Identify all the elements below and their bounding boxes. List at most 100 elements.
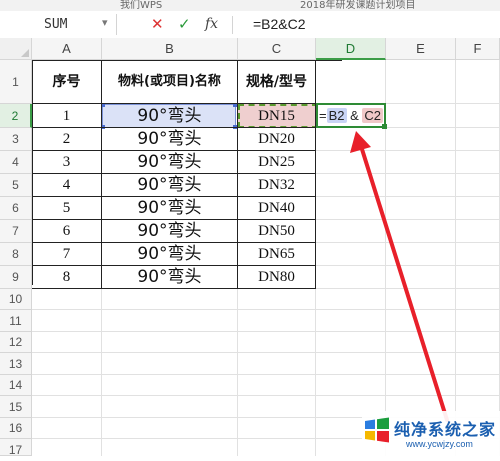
empty-cell[interactable] <box>238 418 316 439</box>
empty-cell[interactable] <box>32 396 102 418</box>
cell-no[interactable]: 5 <box>32 197 102 220</box>
row-header-11[interactable]: 11 <box>0 310 32 332</box>
empty-cell[interactable] <box>32 310 102 332</box>
empty-cell[interactable] <box>316 220 386 243</box>
empty-cell[interactable] <box>238 332 316 353</box>
empty-cell[interactable] <box>32 332 102 353</box>
cell-spec[interactable]: DN32 <box>238 174 316 197</box>
empty-cell[interactable] <box>102 332 238 353</box>
row-header-13[interactable]: 13 <box>0 353 32 375</box>
empty-cell[interactable] <box>386 151 456 174</box>
cell-name[interactable]: 90°弯头 <box>102 197 238 220</box>
empty-cell[interactable] <box>386 243 456 266</box>
empty-cell[interactable] <box>386 128 456 151</box>
cell-no[interactable]: 7 <box>32 243 102 266</box>
column-header-f[interactable]: F <box>456 38 500 60</box>
cell-no[interactable]: 3 <box>32 151 102 174</box>
row-header-9[interactable]: 9 <box>0 266 32 289</box>
empty-cell[interactable] <box>316 174 386 197</box>
row-header-8[interactable]: 8 <box>0 243 32 266</box>
empty-cell[interactable] <box>386 310 456 332</box>
empty-cell[interactable] <box>32 375 102 396</box>
empty-cell[interactable] <box>316 266 386 289</box>
cell-spec[interactable]: DN15 <box>238 104 316 128</box>
formula-input[interactable]: =B2&C2 <box>253 16 306 32</box>
empty-cell[interactable] <box>32 418 102 439</box>
empty-cell[interactable] <box>316 243 386 266</box>
cell-spec[interactable]: DN20 <box>238 128 316 151</box>
row-header-2[interactable]: 2 <box>0 104 32 128</box>
empty-cell[interactable] <box>386 266 456 289</box>
cell-no[interactable]: 1 <box>32 104 102 128</box>
empty-cell[interactable] <box>386 60 456 104</box>
empty-cell[interactable] <box>456 353 500 375</box>
empty-cell[interactable] <box>32 439 102 456</box>
cell-spec[interactable]: DN50 <box>238 220 316 243</box>
cell-name[interactable]: 90°弯头 <box>102 220 238 243</box>
empty-cell[interactable] <box>238 375 316 396</box>
column-header-c[interactable]: C <box>238 38 316 60</box>
column-header-d[interactable]: D <box>316 38 386 60</box>
cell-spec[interactable]: DN40 <box>238 197 316 220</box>
row-header-12[interactable]: 12 <box>0 332 32 353</box>
empty-cell[interactable] <box>386 375 456 396</box>
empty-cell[interactable] <box>238 289 316 310</box>
empty-cell[interactable] <box>386 104 456 128</box>
empty-cell[interactable] <box>102 375 238 396</box>
empty-cell[interactable] <box>102 353 238 375</box>
row-header-1[interactable]: 1 <box>0 60 32 104</box>
cell-name[interactable]: 90°弯头 <box>102 104 238 128</box>
empty-cell[interactable] <box>102 289 238 310</box>
editing-cell-d2[interactable]: = B2 & C2 <box>316 103 387 129</box>
empty-cell[interactable] <box>316 332 386 353</box>
empty-cell[interactable] <box>386 332 456 353</box>
empty-cell[interactable] <box>316 310 386 332</box>
empty-cell[interactable] <box>316 60 386 104</box>
empty-cell[interactable] <box>456 310 500 332</box>
empty-cell[interactable] <box>316 353 386 375</box>
empty-cell[interactable] <box>456 104 500 128</box>
empty-cell[interactable] <box>238 396 316 418</box>
cell-no[interactable]: 2 <box>32 128 102 151</box>
cell-no[interactable]: 6 <box>32 220 102 243</box>
empty-cell[interactable] <box>238 310 316 332</box>
cross-icon[interactable]: ✕ <box>151 15 164 33</box>
cell-spec[interactable]: DN80 <box>238 266 316 289</box>
empty-cell[interactable] <box>456 243 500 266</box>
empty-cell[interactable] <box>456 197 500 220</box>
empty-cell[interactable] <box>32 353 102 375</box>
empty-cell[interactable] <box>386 289 456 310</box>
empty-cell[interactable] <box>102 439 238 456</box>
cell-no[interactable]: 8 <box>32 266 102 289</box>
empty-cell[interactable] <box>456 375 500 396</box>
cell-formula[interactable]: = B2 & C2 <box>319 108 384 123</box>
empty-cell[interactable] <box>316 128 386 151</box>
cell-no[interactable]: 4 <box>32 174 102 197</box>
row-header-6[interactable]: 6 <box>0 197 32 220</box>
empty-cell[interactable] <box>316 151 386 174</box>
chevron-down-icon[interactable]: ▾ <box>102 16 108 29</box>
empty-cell[interactable] <box>386 220 456 243</box>
cell-name[interactable]: 90°弯头 <box>102 266 238 289</box>
cell-name[interactable]: 90°弯头 <box>102 243 238 266</box>
row-header-5[interactable]: 5 <box>0 174 32 197</box>
table-header-no[interactable]: 序号 <box>32 60 102 104</box>
table-header-name[interactable]: 物料(或项目)名称 <box>102 60 238 104</box>
empty-cell[interactable] <box>238 439 316 456</box>
empty-cell[interactable] <box>456 174 500 197</box>
row-header-7[interactable]: 7 <box>0 220 32 243</box>
cell-spec[interactable]: DN65 <box>238 243 316 266</box>
column-header-a[interactable]: A <box>32 38 102 60</box>
row-header-4[interactable]: 4 <box>0 151 32 174</box>
row-header-17[interactable]: 17 <box>0 439 32 457</box>
column-header-e[interactable]: E <box>386 38 456 60</box>
row-header-10[interactable]: 10 <box>0 289 32 310</box>
empty-cell[interactable] <box>32 289 102 310</box>
empty-cell[interactable] <box>102 396 238 418</box>
empty-cell[interactable] <box>386 197 456 220</box>
empty-cell[interactable] <box>456 266 500 289</box>
fx-button[interactable]: fx <box>205 15 218 33</box>
empty-cell[interactable] <box>316 289 386 310</box>
sheet-grid[interactable]: 序号 物料(或项目)名称 规格/型号 1 90°弯头 DN15 2 90°弯头 DN20 3… <box>32 60 500 456</box>
empty-cell[interactable] <box>456 289 500 310</box>
